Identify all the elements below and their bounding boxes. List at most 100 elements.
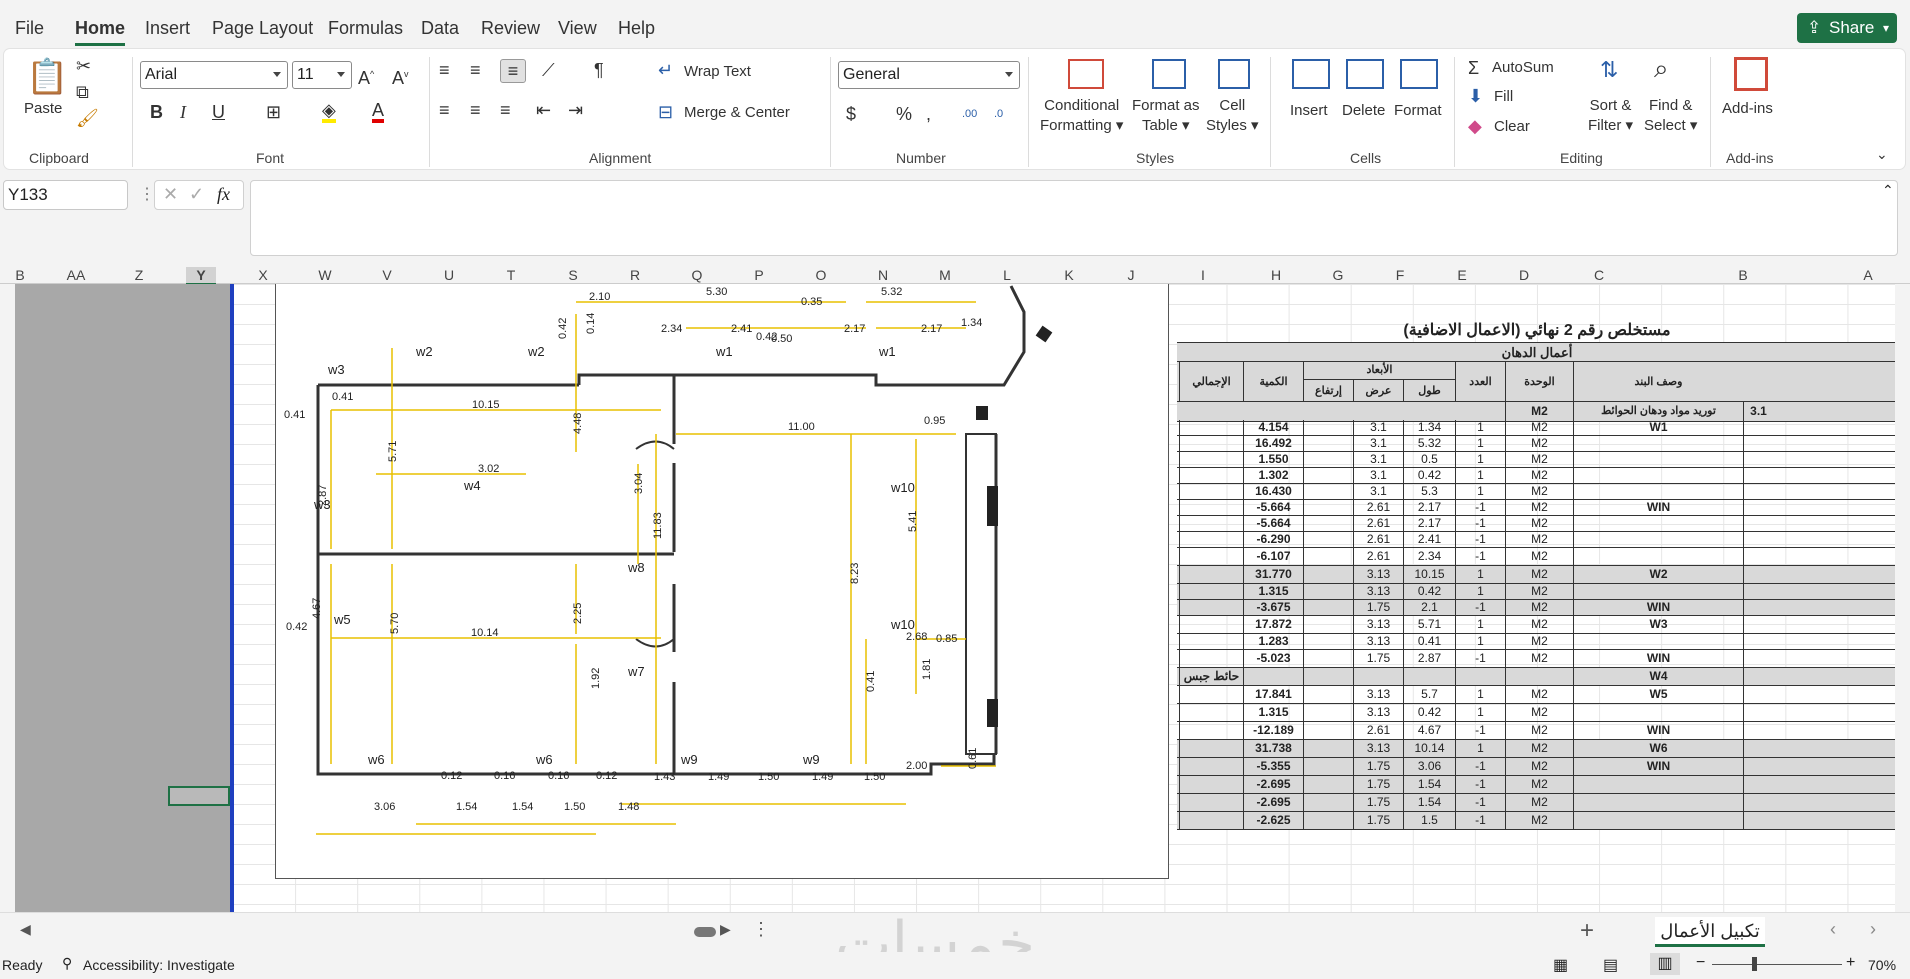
merge-icon[interactable]: ⊟ [658,101,673,123]
sort-filter-button[interactable]: Sort & Filter ▾ [1588,96,1633,136]
format-painter-icon[interactable]: 🖌 [76,107,99,129]
insert-function-icon[interactable]: fx [217,184,230,205]
floor-plan-drawing[interactable]: w1 w1 w2 w2 w3 w3 w4 w5 w6 w6 w7 w8 w9 w9 w10 w10 2.10 5.… [275,284,1169,879]
scroll-left-icon[interactable]: ◀ [20,921,31,938]
column-header-r[interactable]: R [620,267,650,283]
column-header-o[interactable]: O [806,267,836,283]
normal-view-icon[interactable]: ▦ [1553,955,1568,975]
font-color-icon[interactable]: A [372,99,385,123]
number-format-select[interactable]: General [838,61,1020,89]
menu-file[interactable]: File [15,18,44,39]
zoom-out-icon[interactable]: − [1696,954,1705,972]
decrease-indent-icon[interactable]: ⇤ [536,99,551,121]
add-sheet-icon[interactable]: + [1580,917,1594,945]
align-center-icon[interactable]: ≡ [470,99,481,121]
menu-formulas[interactable]: Formulas [328,18,403,39]
align-bottom-icon[interactable]: ≡ [500,59,526,83]
column-header-w[interactable]: W [310,267,340,283]
find-select-icon[interactable]: ⌕ [1654,55,1669,81]
conditional-formatting-button[interactable]: Conditional Formatting ▾ [1040,96,1123,136]
column-header-p[interactable]: P [744,267,774,283]
merge-center-button[interactable]: Merge & Center [684,104,790,121]
conditional-formatting-icon[interactable] [1068,59,1104,89]
column-header-h[interactable]: H [1261,267,1291,283]
menu-review[interactable]: Review [481,18,540,39]
column-header-aa[interactable]: AA [61,267,91,283]
fill-button[interactable]: Fill [1494,88,1513,105]
wrap-text-icon[interactable]: ↵ [658,59,673,81]
insert-cells-button[interactable]: Insert [1290,101,1328,121]
menu-insert[interactable]: Insert [145,18,190,39]
wrap-text-button[interactable]: Wrap Text [684,63,751,80]
align-top-icon[interactable]: ≡ [439,59,450,81]
increase-font-icon[interactable]: A^ [358,63,374,89]
format-as-table-button[interactable]: Format as Table ▾ [1132,96,1200,136]
column-header-a[interactable]: A [1853,267,1883,283]
column-header-x[interactable]: X [248,267,278,283]
menu-data[interactable]: Data [421,18,459,39]
menu-view[interactable]: View [558,18,597,39]
autosum-button[interactable]: AutoSum [1492,59,1554,76]
accessibility-status[interactable]: Accessibility: Investigate [83,957,235,973]
delete-cells-icon[interactable] [1346,59,1384,89]
column-header-d[interactable]: D [1509,267,1539,283]
column-header-e[interactable]: E [1447,267,1477,283]
column-header-y[interactable]: Y [186,267,216,285]
cell-styles-button[interactable]: Cell Styles ▾ [1206,96,1259,136]
share-button[interactable]: ⇪ Share ▾ [1797,13,1897,43]
menu-page-layout[interactable]: Page Layout [212,18,313,39]
clear-button[interactable]: Clear [1494,118,1530,135]
zoom-slider-thumb[interactable] [1752,957,1757,971]
copy-icon[interactable]: ⧉ [76,81,89,103]
align-middle-icon[interactable]: ≡ [470,59,481,81]
font-name-select[interactable]: Arial [140,61,288,89]
find-select-button[interactable]: Find & Select ▾ [1644,96,1697,136]
cancel-icon[interactable]: ✕ [163,184,178,205]
italic-icon[interactable]: I [180,101,186,123]
worksheet[interactable]: w1 w1 w2 w2 w3 w3 w4 w5 w6 w6 w7 w8 w9 w9 w10 w10 2.10 5.… [15,284,1895,912]
collapse-formula-icon[interactable]: ⌃ [1882,182,1894,199]
column-header-k[interactable]: K [1054,267,1084,283]
zoom-slider[interactable] [1712,964,1842,965]
column-header-t[interactable]: T [496,267,526,283]
cut-icon[interactable]: ✂ [76,55,91,77]
column-header-i[interactable]: I [1188,267,1218,283]
column-header-s[interactable]: S [558,267,588,283]
name-box[interactable]: Y133 [3,180,128,210]
column-header-v[interactable]: V [372,267,402,283]
enter-icon[interactable]: ✓ [189,184,204,205]
percent-icon[interactable]: % [896,103,912,125]
autosum-icon[interactable]: Σ [1468,57,1479,79]
insert-cells-icon[interactable] [1292,59,1330,89]
sort-filter-icon[interactable]: ⇅ [1600,59,1618,81]
paste-icon[interactable]: 📋 [26,57,68,97]
column-header-n[interactable]: N [868,267,898,283]
zoom-in-icon[interactable]: + [1846,954,1855,972]
font-size-select[interactable]: 11 [292,61,352,89]
decrease-decimal-icon[interactable]: .0 [994,103,1003,125]
column-header-b[interactable]: B [1728,267,1758,283]
collapse-ribbon-icon[interactable]: ⌄ [1876,143,1888,165]
delete-cells-button[interactable]: Delete [1342,101,1385,121]
formula-input[interactable] [250,180,1898,256]
column-header-j[interactable]: J [1116,267,1146,283]
column-header-q[interactable]: Q [682,267,712,283]
currency-icon[interactable]: $ [846,103,856,125]
next-sheet-icon[interactable]: › [1870,919,1876,940]
column-header-g[interactable]: G [1323,267,1353,283]
column-header-c[interactable]: C [1584,267,1614,283]
align-right-icon[interactable]: ≡ [500,99,511,121]
scroll-right-icon[interactable]: ▶ [720,921,731,938]
more-sheets-icon[interactable]: ⋮ [752,919,770,940]
comma-icon[interactable]: , [926,103,931,125]
increase-indent-icon[interactable]: ⇥ [568,99,583,121]
format-as-table-icon[interactable] [1152,59,1186,89]
page-layout-view-icon[interactable]: ▤ [1603,955,1618,975]
column-header-m[interactable]: M [930,267,960,283]
selected-cell[interactable] [168,786,230,806]
column-header-u[interactable]: U [434,267,464,283]
column-header-z[interactable]: Z [124,267,154,283]
fill-color-icon[interactable]: ◈ [322,99,336,123]
sheet-tab-active[interactable]: تكبيل الأعمال [1655,917,1765,947]
orientation-icon[interactable]: ⟋ [542,59,555,81]
